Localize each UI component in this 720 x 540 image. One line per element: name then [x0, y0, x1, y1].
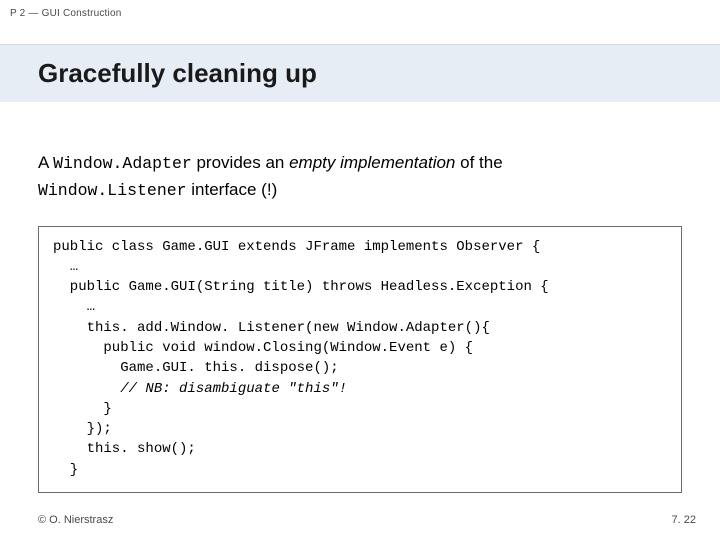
code-line [53, 381, 120, 397]
lead-code-1: Window.Adapter [53, 154, 192, 173]
code-line: public void window.Closing(Window.Event … [53, 340, 473, 356]
breadcrumb: P 2 — GUI Construction [10, 8, 121, 19]
lead-emphasis: empty implementation [289, 153, 455, 172]
code-line: this. add.Window. Listener(new Window.Ad… [53, 320, 490, 336]
code-line: … [53, 259, 78, 275]
code-line: public Game.GUI(String title) throws Hea… [53, 279, 549, 295]
lead-text: of the [455, 153, 502, 172]
code-line: … [53, 299, 95, 315]
code-box: public class Game.GUI extends JFrame imp… [38, 226, 682, 494]
lead-text: A [38, 153, 53, 172]
code-line: this. show(); [53, 441, 196, 457]
code-line: } [53, 401, 112, 417]
code-line: }); [53, 421, 112, 437]
lead-paragraph: A Window.Adapter provides an empty imple… [38, 150, 682, 204]
code-block: public class Game.GUI extends JFrame imp… [53, 237, 667, 481]
footer-page-number: 7. 22 [672, 514, 696, 526]
footer-copyright: © O. Nierstrasz [38, 514, 113, 526]
content: A Window.Adapter provides an empty imple… [38, 150, 682, 493]
code-comment: // NB: disambiguate "this"! [120, 381, 347, 397]
lead-code-2: Window.Listener [38, 181, 187, 200]
page-title: Gracefully cleaning up [38, 58, 317, 89]
slide: P 2 — GUI Construction Gracefully cleani… [0, 0, 720, 540]
code-line: } [53, 462, 78, 478]
code-line: Game.GUI. this. dispose(); [53, 360, 339, 376]
lead-text: provides an [192, 153, 289, 172]
lead-text: interface (!) [187, 180, 278, 199]
code-line: public class Game.GUI extends JFrame imp… [53, 239, 540, 255]
title-band: Gracefully cleaning up [0, 44, 720, 102]
